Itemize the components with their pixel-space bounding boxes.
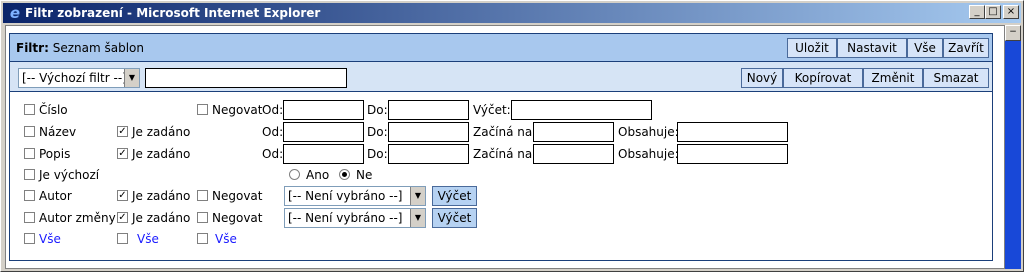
je-vychozi-label: Je výchozí [39, 168, 100, 182]
popis-obsahuje-input[interactable] [677, 144, 788, 164]
popis-zacina-input[interactable] [533, 144, 614, 164]
nazev-je-zadano-label: Je zadáno [132, 125, 191, 139]
chevron-down-icon: ▼ [124, 69, 139, 87]
popis-obsahuje-label: Obsahuje: [618, 147, 679, 161]
select-all-label-2[interactable]: Vše [137, 232, 159, 246]
autor-zmeny-checkbox[interactable] [24, 212, 35, 223]
cislo-checkbox[interactable] [24, 104, 35, 115]
popis-checkbox[interactable] [24, 148, 35, 159]
popis-od-label: Od: [262, 147, 284, 161]
set-button[interactable]: Nastavit [837, 38, 907, 58]
autor-vycet-button[interactable]: Výčet [432, 186, 477, 206]
panel-title: Filtr: Seznam šablon [16, 41, 144, 55]
nazev-label: Název [39, 125, 77, 139]
cislo-vycet-input[interactable] [511, 100, 652, 120]
nazev-do-input[interactable] [388, 122, 469, 142]
nazev-checkbox[interactable] [24, 126, 35, 137]
select-all-checkbox-2[interactable] [117, 233, 128, 244]
filter-select[interactable]: [-- Výchozí filtr --] ▼ [18, 68, 140, 88]
autor-select[interactable]: [-- Není vybráno --] ▼ [284, 186, 426, 206]
autor-zmeny-je-zadano-label: Je zadáno [132, 211, 191, 225]
cislo-label: Číslo [39, 103, 68, 117]
popis-do-label: Do: [367, 147, 388, 161]
delete-button[interactable]: Smazat [923, 68, 989, 88]
popis-od-input[interactable] [283, 144, 364, 164]
filter-name-input[interactable] [145, 68, 347, 88]
popis-do-input[interactable] [388, 144, 469, 164]
chevron-down-icon: ▼ [410, 209, 425, 227]
window-title: Filtr zobrazení - Microsoft Internet Exp… [25, 6, 321, 20]
change-button[interactable]: Změnit [863, 68, 923, 88]
nazev-od-input[interactable] [283, 122, 364, 142]
panel-header: Filtr: Seznam šablon Uložit Nastavit Vše… [10, 34, 992, 62]
autor-zmeny-je-zadano-checkbox[interactable]: ✓ [117, 212, 128, 223]
ne-label: Ne [356, 168, 373, 182]
cislo-do-label: Do: [367, 103, 388, 117]
popis-label: Popis [39, 147, 71, 161]
autor-je-zadano-label: Je zadáno [132, 189, 191, 203]
popis-je-zadano-checkbox[interactable]: ✓ [117, 148, 128, 159]
autor-zmeny-select[interactable]: [-- Není vybráno --] ▼ [284, 208, 426, 228]
nazev-obsahuje-label: Obsahuje: [618, 125, 679, 139]
select-all-checkbox-1[interactable] [24, 233, 35, 244]
cislo-negovat-label: Negovat [212, 103, 263, 117]
popis-zacina-label: Začíná na: [473, 147, 537, 161]
cislo-vycet-label: Výčet: [473, 103, 511, 117]
select-all-label-3[interactable]: Vše [215, 232, 237, 246]
je-vychozi-checkbox[interactable] [24, 169, 35, 180]
nazev-obsahuje-input[interactable] [677, 122, 788, 142]
maximize-button[interactable]: □ [985, 5, 1001, 19]
nazev-do-label: Do: [367, 125, 388, 139]
panel-title-label: Filtr: [16, 41, 49, 55]
autor-select-value: [-- Není vybráno --] [288, 189, 403, 203]
autor-zmeny-negovat-label: Negovat [212, 211, 263, 225]
ne-radio[interactable] [339, 169, 350, 180]
vertical-scrollbar[interactable]: − [1005, 25, 1021, 269]
close-panel-button[interactable]: Zavřít [943, 38, 989, 58]
autor-zmeny-select-value: [-- Není vybráno --] [288, 211, 403, 225]
filter-toolbar: [-- Výchozí filtr --] ▼ Nový Kopírovat Z… [10, 62, 992, 92]
minimize-button[interactable]: _ [969, 5, 985, 19]
popis-je-zadano-label: Je zadáno [132, 147, 191, 161]
nazev-je-zadano-checkbox[interactable]: ✓ [117, 126, 128, 137]
cislo-do-input[interactable] [388, 100, 469, 120]
ano-radio[interactable] [289, 169, 300, 180]
chevron-down-icon: ▼ [410, 187, 425, 205]
select-all-label-1[interactable]: Vše [39, 232, 61, 246]
cislo-od-input[interactable] [283, 100, 364, 120]
autor-label: Autor [39, 189, 72, 203]
cislo-od-label: Od: [262, 103, 284, 117]
autor-zmeny-label: Autor změny [39, 211, 116, 225]
scrollbar-thumb[interactable]: − [1005, 25, 1021, 41]
cislo-negovat-checkbox[interactable] [197, 104, 208, 115]
autor-zmeny-vycet-button[interactable]: Výčet [432, 208, 477, 228]
autor-negovat-label: Negovat [212, 189, 263, 203]
nazev-od-label: Od: [262, 125, 284, 139]
title-bar: e Filtr zobrazení - Microsoft Internet E… [3, 3, 1021, 23]
autor-je-zadano-checkbox[interactable]: ✓ [117, 190, 128, 201]
all-button[interactable]: Vše [907, 38, 943, 58]
new-button[interactable]: Nový [741, 68, 783, 88]
autor-checkbox[interactable] [24, 190, 35, 201]
close-button[interactable]: × [1003, 5, 1019, 19]
autor-negovat-checkbox[interactable] [197, 190, 208, 201]
nazev-zacina-label: Začíná na: [473, 125, 537, 139]
nazev-zacina-input[interactable] [533, 122, 614, 142]
save-button[interactable]: Uložit [787, 38, 837, 58]
copy-button[interactable]: Kopírovat [783, 68, 863, 88]
autor-zmeny-negovat-checkbox[interactable] [197, 212, 208, 223]
panel-subtitle: Seznam šablon [52, 41, 144, 55]
ano-label: Ano [306, 168, 330, 182]
select-all-checkbox-3[interactable] [197, 233, 208, 244]
internet-explorer-icon: e [9, 4, 21, 22]
filter-select-value: [-- Výchozí filtr --] [22, 71, 127, 85]
